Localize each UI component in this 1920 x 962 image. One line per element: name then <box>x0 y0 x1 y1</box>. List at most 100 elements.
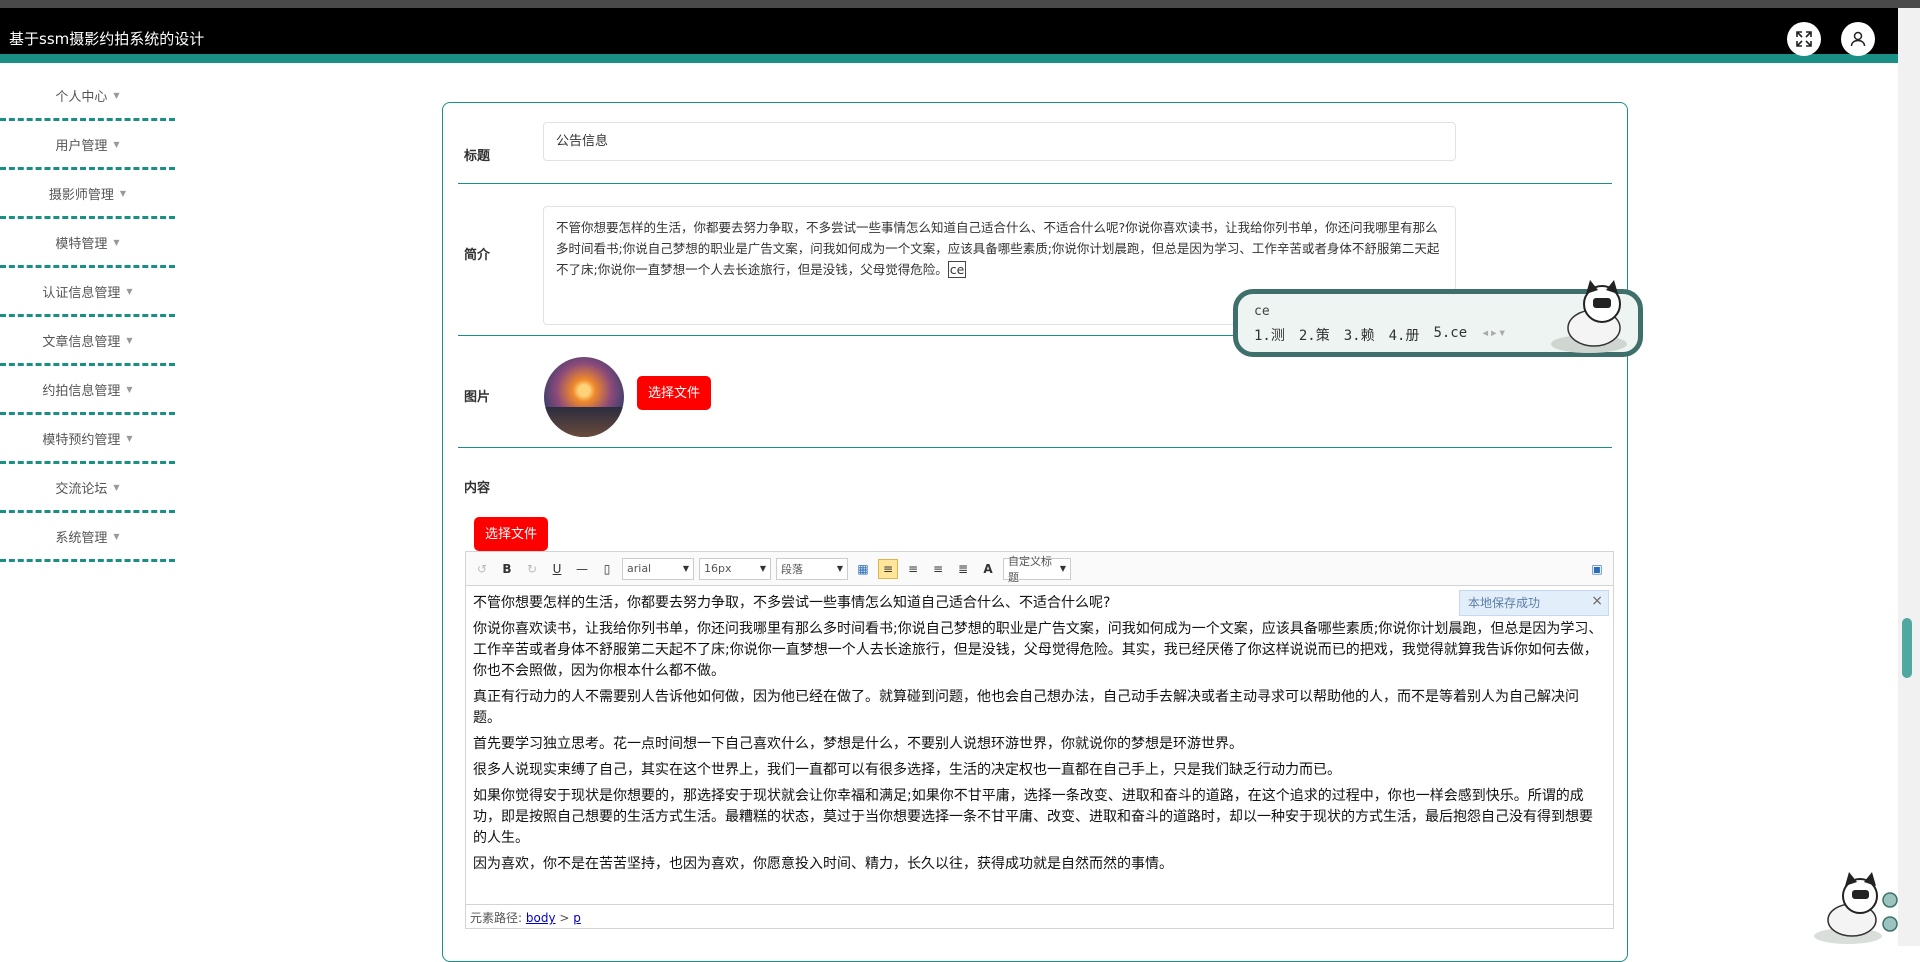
chevron-down-icon: ▼ <box>113 482 120 492</box>
sidebar-item-label: 文章信息管理 <box>42 334 121 350</box>
paragraph-select[interactable]: 段落 ▼ <box>776 557 848 580</box>
ime-candidate[interactable]: 5.ce <box>1433 325 1467 345</box>
chevron-down-icon: ▼ <box>126 286 133 296</box>
editor-paragraph: 首先要学习独立思考。花一点时间想一下自己喜欢什么，梦想是什么，不要别人说想环游世… <box>473 736 1243 752</box>
element-path-separator: > <box>555 911 574 925</box>
undo-icon[interactable]: ↺ <box>472 559 492 579</box>
element-path-label: 元素路径: <box>470 911 523 925</box>
app-header: 基于ssm摄影约拍系统的设计 <box>0 8 1898 63</box>
font-size-select[interactable]: 16px ▼ <box>699 557 771 580</box>
custom-title-value: 自定义标题 <box>1008 554 1052 584</box>
choose-image-button[interactable]: 选择文件 <box>637 376 712 410</box>
corner-mascot-icon <box>1814 872 1898 944</box>
chevron-down-icon: ▼ <box>113 139 120 149</box>
horizontal-rule-icon[interactable]: — <box>572 559 592 579</box>
editor-content[interactable]: 不管你想要怎样的生活，你都要去努力争取，不多尝试一些事情怎么知道自己适合什么、不… <box>466 586 1613 875</box>
sidebar-item-label: 个人中心 <box>55 89 108 105</box>
chevron-down-icon: ▼ <box>836 564 843 573</box>
ime-candidate[interactable]: 1.测 <box>1254 325 1285 345</box>
element-path-p-link[interactable]: p <box>573 911 581 925</box>
sidebar-item-model-booking[interactable]: 模特预约管理 ▼ <box>0 415 175 464</box>
page-scrollbar[interactable] <box>1898 8 1920 946</box>
editor-paragraph: 很多人说现实束缚了自己，其实在这个世界上，我们一直都可以有很多选择，生活的决定权… <box>473 762 1341 778</box>
editor-paragraph: 如果你觉得安于现状是你想要的，那选择安于现状就会让你幸福和满足;如果你不甘平庸，… <box>473 788 1593 846</box>
user-menu-button[interactable] <box>1841 22 1875 56</box>
chevron-down-icon: ▼ <box>682 564 689 573</box>
chevron-down-icon: ▼ <box>759 564 766 573</box>
align-center-icon[interactable]: ≡ <box>928 559 948 579</box>
sidebar-item-forum[interactable]: 交流论坛 ▼ <box>0 464 175 513</box>
sidebar-item-personal-center[interactable]: 个人中心 ▼ <box>0 72 175 121</box>
sidebar-item-label: 交流论坛 <box>55 481 108 497</box>
title-label: 标题 <box>464 149 491 164</box>
table-icon[interactable]: ▦ <box>853 559 873 579</box>
editor-toolbar: ↺ B ↻ U — ▯ arial ▼ 16px ▼ 段落 ▼ ▦ ≡ ≡ ≡ ≣ A… <box>466 552 1613 586</box>
scrollbar-thumb[interactable] <box>1902 618 1912 678</box>
sidebar: 个人中心 ▼ 用户管理 ▼ 摄影师管理 ▼ 模特管理 ▼ 认证信息管理 ▼ 文章信息管理 ▼… <box>0 72 175 562</box>
font-family-select[interactable]: arial ▼ <box>622 557 694 580</box>
paragraph-value: 段落 <box>781 562 803 576</box>
chevron-down-icon: ▼ <box>126 433 133 443</box>
intro-label: 简介 <box>464 248 491 263</box>
ime-candidate-window: ce 1.测 2.策 3.赖 4.册 5.ce ◂▸▾ <box>1233 280 1643 357</box>
font-size-value: 16px <box>704 562 732 575</box>
sidebar-item-label: 约拍信息管理 <box>42 383 121 399</box>
sidebar-item-label: 模特管理 <box>55 236 108 252</box>
chevron-down-icon: ▼ <box>113 531 120 541</box>
rich-text-editor: ↺ B ↻ U — ▯ arial ▼ 16px ▼ 段落 ▼ ▦ ≡ ≡ ≡ ≣ A… <box>465 551 1614 929</box>
bold-icon[interactable]: B <box>497 559 517 579</box>
redo-icon[interactable]: ↻ <box>522 559 542 579</box>
preview-icon[interactable]: ▣ <box>1587 559 1607 579</box>
editor-paragraph: 真正有行动力的人不需要别人告诉他如何做，因为他已经在做了。就算碰到问题，他也会自… <box>473 689 1579 726</box>
image-label: 图片 <box>464 390 491 405</box>
chevron-down-icon: ▼ <box>113 237 120 247</box>
page-icon[interactable]: ▯ <box>597 559 617 579</box>
custom-title-select[interactable]: 自定义标题 ▼ <box>1003 555 1071 584</box>
ime-input-text: ce <box>1254 304 1270 319</box>
element-path-body-link[interactable]: body <box>526 911 556 925</box>
sidebar-item-label: 用户管理 <box>55 138 108 154</box>
choose-content-file-button[interactable]: 选择文件 <box>474 517 549 551</box>
fullscreen-button[interactable] <box>1787 22 1821 56</box>
align-justify-icon[interactable]: ≣ <box>953 559 973 579</box>
intro-text: 不管你想要怎样的生活，你都要去努力争取，不多尝试一些事情怎么知道自己适合什么、不… <box>556 220 1440 277</box>
sidebar-item-users[interactable]: 用户管理 ▼ <box>0 121 175 170</box>
align-right-icon[interactable]: ≡ <box>903 559 923 579</box>
sidebar-item-models[interactable]: 模特管理 ▼ <box>0 219 175 268</box>
editor-paragraph: 你说你喜欢读书，让我给你列书单，你还问我哪里有那么多时间看书;你说自己梦想的职业… <box>473 621 1603 679</box>
editor-paragraph: 不管你想要怎样的生活，你都要去努力争取，不多尝试一些事情怎么知道自己适合什么、不… <box>473 595 1111 611</box>
sidebar-item-articles[interactable]: 文章信息管理 ▼ <box>0 317 175 366</box>
user-icon <box>1850 31 1866 47</box>
sidebar-item-shoot-info[interactable]: 约拍信息管理 ▼ <box>0 366 175 415</box>
element-path-bar: 元素路径: body > p <box>466 904 1613 928</box>
ime-candidate[interactable]: 3.赖 <box>1344 325 1375 345</box>
font-family-value: arial <box>627 562 652 575</box>
font-color-icon[interactable]: A <box>978 559 998 579</box>
close-icon[interactable]: × <box>1591 589 1603 613</box>
chevron-down-icon: ▼ <box>1059 564 1066 573</box>
ime-mascot-icon <box>1551 280 1627 353</box>
ime-page-arrows-icon[interactable]: ◂▸▾ <box>1481 325 1506 345</box>
save-notice-text: 本地保存成功 <box>1468 596 1541 610</box>
chevron-down-icon: ▼ <box>126 335 133 345</box>
ime-candidate[interactable]: 4.册 <box>1389 325 1420 345</box>
announcement-form: 标题 公告信息 简介 不管你想要怎样的生活，你都要去努力争取，不多尝试一些事情怎… <box>442 102 1628 962</box>
title-row: 标题 公告信息 <box>458 103 1612 184</box>
align-left-icon[interactable]: ≡ <box>878 558 898 579</box>
title-input[interactable]: 公告信息 <box>543 122 1456 161</box>
image-preview <box>544 357 624 437</box>
app-title: 基于ssm摄影约拍系统的设计 <box>9 30 205 48</box>
sidebar-item-photographers[interactable]: 摄影师管理 ▼ <box>0 170 175 219</box>
sidebar-item-certification[interactable]: 认证信息管理 ▼ <box>0 268 175 317</box>
content-label: 内容 <box>464 481 491 496</box>
ime-candidate[interactable]: 2.策 <box>1299 325 1330 345</box>
editor-paragraph: 因为喜欢，你不是在苦苦坚持，也因为喜欢，你愿意投入时间、精力，长久以往，获得成功… <box>473 856 1173 872</box>
sidebar-item-label: 认证信息管理 <box>42 285 121 301</box>
sidebar-item-label: 摄影师管理 <box>48 187 114 203</box>
ime-candidates: 1.测 2.策 3.赖 4.册 5.ce ◂▸▾ <box>1254 325 1506 345</box>
sidebar-item-system[interactable]: 系统管理 ▼ <box>0 513 175 562</box>
underline-icon[interactable]: U <box>547 559 567 579</box>
intro-typing-text: ce <box>947 261 967 278</box>
browser-chrome-strip <box>0 0 1920 8</box>
local-save-notice: 本地保存成功 × <box>1459 590 1609 616</box>
